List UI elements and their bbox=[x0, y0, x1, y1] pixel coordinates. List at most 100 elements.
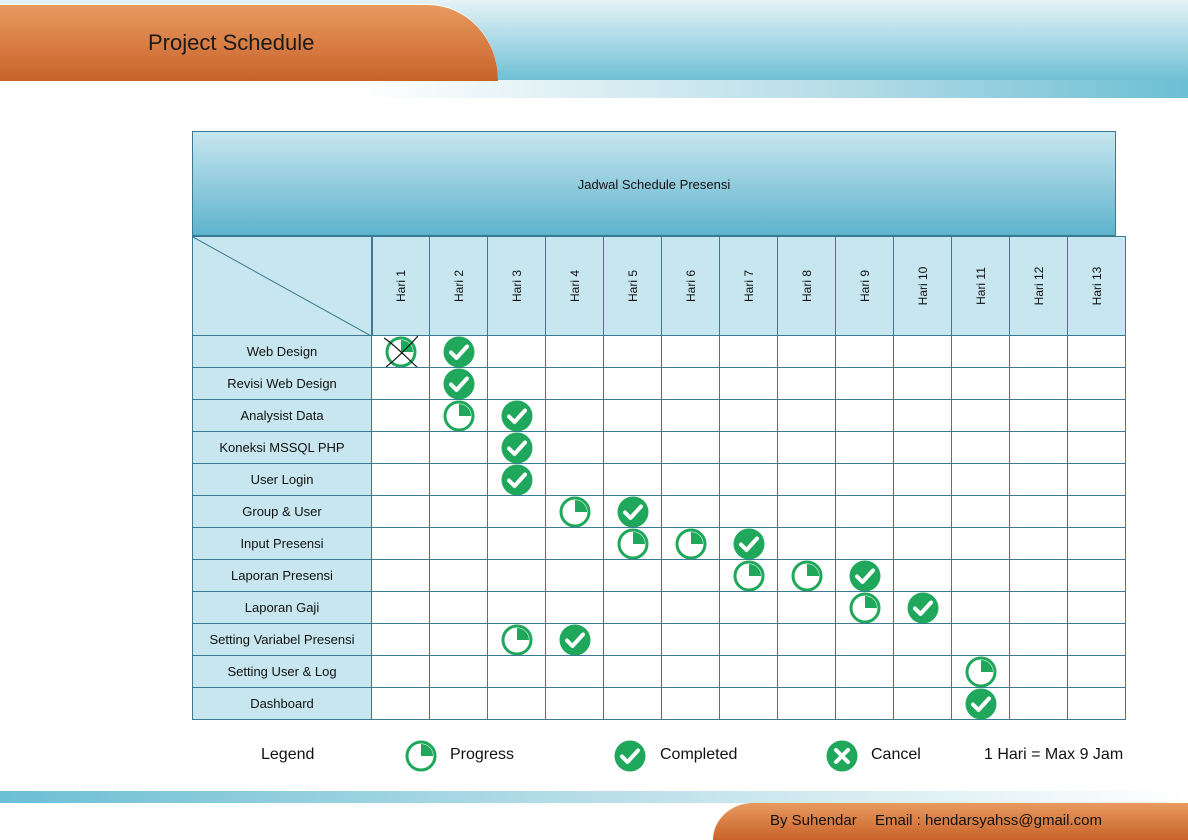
schedule-cell bbox=[835, 367, 894, 400]
schedule-table: Jadwal Schedule Presensi Hari 1 Hari 2 Har… bbox=[192, 131, 1126, 721]
schedule-cell bbox=[893, 655, 952, 688]
day-label: Hari 12 bbox=[1031, 266, 1046, 306]
schedule-cell bbox=[893, 399, 952, 432]
day-header: Hari 2 bbox=[429, 236, 488, 336]
schedule-cell bbox=[603, 559, 662, 592]
day-header: Hari 12 bbox=[1009, 236, 1068, 336]
schedule-cell bbox=[429, 623, 488, 656]
task-label: Setting Variabel Presensi bbox=[192, 623, 372, 656]
schedule-cell bbox=[777, 623, 836, 656]
schedule-cell bbox=[429, 463, 488, 496]
day-label: Hari 11 bbox=[973, 267, 988, 305]
cancel-icon bbox=[383, 335, 419, 369]
schedule-cell bbox=[371, 463, 430, 496]
progress-icon bbox=[848, 591, 882, 625]
progress-icon bbox=[500, 623, 534, 657]
schedule-cell bbox=[429, 431, 488, 464]
day-header: Hari 13 bbox=[1067, 236, 1126, 336]
schedule-cell bbox=[545, 399, 604, 432]
day-header: Hari 5 bbox=[603, 236, 662, 336]
schedule-cell bbox=[661, 463, 720, 496]
completed-icon bbox=[500, 463, 534, 497]
task-label: Setting User & Log bbox=[192, 655, 372, 688]
schedule-cell bbox=[719, 591, 778, 624]
schedule-cell bbox=[545, 431, 604, 464]
day-header: Hari 6 bbox=[661, 236, 720, 336]
task-label: Input Presensi bbox=[192, 527, 372, 560]
schedule-cell bbox=[545, 655, 604, 688]
schedule-cell bbox=[893, 527, 952, 560]
progress-icon bbox=[442, 399, 476, 433]
schedule-cell bbox=[603, 367, 662, 400]
schedule-cell bbox=[719, 367, 778, 400]
schedule-cell bbox=[951, 399, 1010, 432]
schedule-cell bbox=[487, 495, 546, 528]
completed-icon bbox=[964, 687, 998, 721]
schedule-cell bbox=[487, 591, 546, 624]
schedule-cell bbox=[777, 591, 836, 624]
schedule-cell bbox=[719, 655, 778, 688]
day-label: Hari 5 bbox=[625, 269, 640, 303]
schedule-cell bbox=[603, 623, 662, 656]
schedule-cell bbox=[1009, 495, 1068, 528]
schedule-cell bbox=[661, 399, 720, 432]
day-label: Hari 3 bbox=[509, 269, 524, 303]
day-header: Hari 1 bbox=[372, 236, 430, 336]
schedule-cell bbox=[371, 495, 430, 528]
schedule-cell bbox=[429, 687, 488, 720]
schedule-cell bbox=[661, 655, 720, 688]
schedule-cell bbox=[951, 463, 1010, 496]
schedule-cell bbox=[835, 527, 894, 560]
completed-icon bbox=[558, 623, 592, 657]
schedule-cell bbox=[1067, 463, 1126, 496]
schedule-cell bbox=[719, 463, 778, 496]
task-label: Revisi Web Design bbox=[192, 367, 372, 400]
schedule-cell bbox=[719, 399, 778, 432]
schedule-cell bbox=[487, 687, 546, 720]
schedule-cell bbox=[603, 463, 662, 496]
schedule-cell bbox=[487, 559, 546, 592]
schedule-cell bbox=[545, 559, 604, 592]
page-title: Project Schedule bbox=[148, 30, 315, 55]
schedule-cell bbox=[951, 431, 1010, 464]
schedule-cell bbox=[1067, 623, 1126, 656]
progress-icon bbox=[616, 527, 650, 561]
schedule-cell bbox=[951, 623, 1010, 656]
schedule-cell bbox=[661, 559, 720, 592]
schedule-cell bbox=[371, 655, 430, 688]
day-label: Hari 13 bbox=[1089, 266, 1104, 306]
footer-email: Email : hendarsyahss@gmail.com bbox=[875, 812, 1102, 829]
day-label: Hari 7 bbox=[741, 269, 756, 303]
schedule-cell bbox=[661, 687, 720, 720]
schedule-cell bbox=[835, 623, 894, 656]
header-strip bbox=[0, 80, 1188, 98]
schedule-cell bbox=[835, 399, 894, 432]
legend-progress-icon bbox=[404, 739, 438, 773]
progress-icon bbox=[790, 559, 824, 593]
schedule-cell bbox=[1009, 335, 1068, 368]
schedule-cell bbox=[487, 335, 546, 368]
schedule-cell bbox=[545, 591, 604, 624]
schedule-cell bbox=[893, 431, 952, 464]
schedule-cell bbox=[371, 431, 430, 464]
schedule-cell bbox=[777, 399, 836, 432]
schedule-cell bbox=[893, 367, 952, 400]
schedule-cell bbox=[835, 335, 894, 368]
completed-icon bbox=[616, 495, 650, 529]
schedule-title: Jadwal Schedule Presensi bbox=[577, 177, 731, 192]
progress-icon bbox=[558, 495, 592, 529]
day-header: Hari 3 bbox=[487, 236, 546, 336]
completed-icon bbox=[442, 367, 476, 401]
schedule-cell bbox=[545, 335, 604, 368]
task-label: Group & User bbox=[192, 495, 372, 528]
legend-progress-label: Progress bbox=[450, 746, 515, 763]
schedule-cell bbox=[777, 687, 836, 720]
day-header: Hari 7 bbox=[719, 236, 778, 336]
legend-cancel-icon bbox=[825, 739, 859, 773]
schedule-cell bbox=[777, 655, 836, 688]
legend-note: 1 Hari = Max 9 Jam bbox=[984, 746, 1124, 763]
legend-completed-label: Completed bbox=[660, 746, 738, 763]
schedule-cell bbox=[835, 431, 894, 464]
schedule-cell bbox=[1009, 463, 1068, 496]
schedule-cell bbox=[603, 591, 662, 624]
